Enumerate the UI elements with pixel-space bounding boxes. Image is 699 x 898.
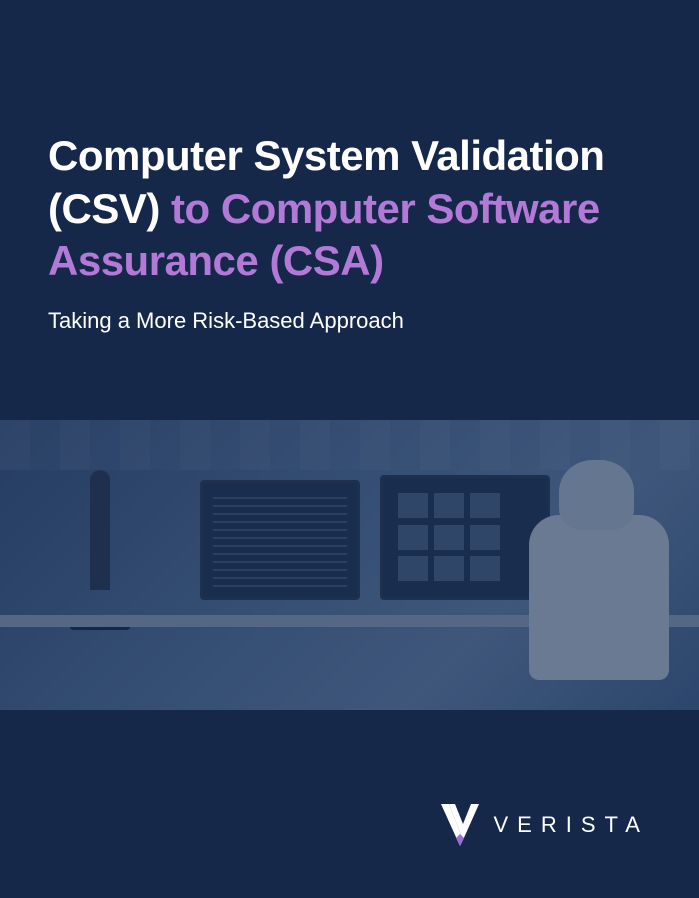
- brand-logo: VERISTA: [441, 804, 649, 846]
- header-content: Computer System Validation (CSV) to Comp…: [0, 0, 699, 334]
- subtitle: Taking a More Risk-Based Approach: [48, 308, 651, 334]
- page-title: Computer System Validation (CSV) to Comp…: [48, 130, 651, 288]
- hero-image: [0, 420, 699, 710]
- logo-mark-icon: [441, 804, 479, 846]
- brand-name: VERISTA: [493, 812, 649, 838]
- title-connector: to: [160, 185, 221, 232]
